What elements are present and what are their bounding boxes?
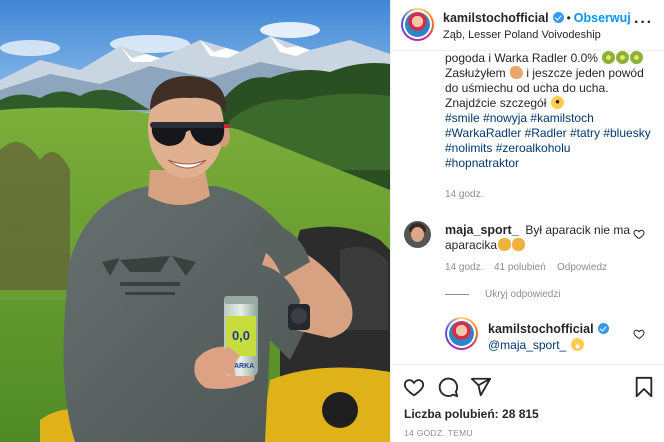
comment-time[interactable]: 14 godz.	[445, 262, 483, 273]
hashtag-link[interactable]: #bluesky	[603, 126, 650, 140]
author-avatar[interactable]	[401, 8, 434, 41]
hashtag-link[interactable]: #kamilstoch	[530, 111, 593, 125]
caption-line: Znajdźcie szczegół	[445, 96, 547, 110]
divider-line	[445, 293, 469, 295]
caption-line: do uśmiechu od ucha do ucha.	[445, 81, 609, 95]
clapping-emoji-icon	[498, 238, 512, 251]
hashtag-link[interactable]: #tatry	[570, 126, 600, 140]
hashtag-link[interactable]: #nolimits	[445, 141, 492, 155]
separator-dot: •	[566, 11, 571, 25]
commenter-avatar[interactable]	[404, 221, 431, 248]
follow-button[interactable]: Obserwuj	[574, 11, 631, 25]
reply-body: kamilstochofficial @maja_sport_	[488, 321, 609, 353]
grinning-emoji-icon	[570, 338, 584, 351]
hide-replies-button[interactable]: Ukryj odpowiedzi	[445, 289, 561, 300]
author-username[interactable]: kamilstochofficial	[443, 11, 549, 25]
comment-text: aparacika	[445, 238, 498, 252]
kiwi-emoji-icon	[602, 51, 616, 64]
kiwi-emoji-icon	[630, 51, 644, 64]
clapping-emoji-icon	[512, 238, 526, 251]
reply-username[interactable]: kamilstochofficial	[488, 322, 594, 336]
mention-link[interactable]: @maja_sport_	[488, 338, 566, 352]
comment-text: Był aparacik nie ma	[525, 223, 631, 237]
can-number: 0,0	[232, 328, 250, 343]
post-location[interactable]: Ząb, Lesser Poland Voivodeship	[443, 29, 601, 41]
post-side-panel: kamilstochofficial • Obserwuj Ząb, Lesser …	[390, 0, 664, 442]
comments-section[interactable]: pogoda i Warka Radler 0.0% Zasłużyłem i …	[391, 51, 664, 364]
post-timestamp[interactable]: 14 GODZ. TEMU	[404, 428, 473, 438]
comment-likes[interactable]: 41 polubień	[494, 262, 546, 273]
caption-line: i jeszcze jeden powód	[526, 66, 644, 80]
verified-icon	[552, 12, 564, 23]
photo-illustration: 0,0 WARKA	[0, 0, 390, 442]
likes-label: Liczba polubień:	[404, 407, 499, 421]
post-header: kamilstochofficial • Obserwuj Ząb, Lesser …	[391, 0, 664, 51]
hide-replies-label: Ukryj odpowiedzi	[485, 289, 561, 300]
bookmark-icon[interactable]	[633, 376, 655, 398]
caption-time[interactable]: 14 godz.	[445, 189, 483, 200]
heart-icon[interactable]	[403, 376, 425, 398]
hashtag-link[interactable]: #Radler	[525, 126, 567, 140]
hashtag-link[interactable]: #WarkaRadler	[445, 126, 521, 140]
hashtag-link[interactable]: #zeroalkoholu	[496, 141, 571, 155]
verified-icon	[597, 323, 609, 334]
caption-line: pogoda i Warka Radler 0.0%	[445, 51, 598, 65]
post-actions: Liczba polubień: 28 815 14 GODZ. TEMU	[391, 364, 664, 442]
reply-button[interactable]: Odpowiedz	[557, 262, 607, 273]
likes-count-row[interactable]: Liczba polubień: 28 815	[404, 407, 539, 421]
hashtag-link[interactable]: #nowyja	[483, 111, 527, 125]
post-caption: pogoda i Warka Radler 0.0% Zasłużyłem i …	[445, 51, 653, 171]
share-icon[interactable]	[470, 376, 492, 398]
kiwi-emoji-icon	[616, 51, 630, 64]
more-icon[interactable]: ···	[634, 14, 653, 32]
caption-line: Zasłużyłem	[445, 66, 506, 80]
comment-body: maja_sport_ Był aparacik nie ma aparacik…	[445, 223, 635, 253]
header-user-row: kamilstochofficial • Obserwuj	[443, 11, 631, 25]
hashtag-link[interactable]: #hopnatraktor	[445, 156, 519, 170]
commenter-username[interactable]: maja_sport_	[445, 223, 519, 237]
comment-icon[interactable]	[437, 376, 459, 398]
sunglasses-emoji-icon	[550, 96, 564, 109]
post-photo[interactable]: 0,0 WARKA	[0, 0, 390, 442]
hashtag-link[interactable]: #smile	[445, 111, 480, 125]
instagram-post: 0,0 WARKA kamilstochofficial • Obserwuj Zą…	[0, 0, 664, 442]
reply-like-heart-icon[interactable]	[633, 328, 645, 340]
reply-author-avatar[interactable]	[445, 317, 478, 350]
muscle-emoji-icon	[510, 66, 524, 79]
likes-count: 28 815	[502, 407, 539, 421]
comment-like-heart-icon[interactable]	[633, 228, 645, 240]
